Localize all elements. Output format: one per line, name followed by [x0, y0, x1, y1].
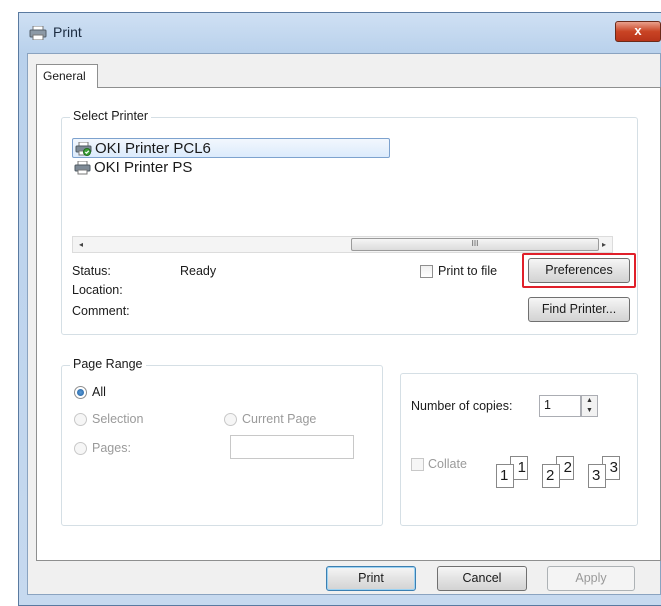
collate-set-2-icon: 2 2 [542, 456, 582, 494]
collate-sheet: 3 [588, 464, 606, 488]
location-label: Location: [72, 283, 123, 297]
selection-radio[interactable] [74, 413, 87, 426]
find-printer-button[interactable]: Find Printer... [528, 297, 630, 322]
printer-item-oki-pcl6[interactable]: OKI Printer PCL6 [72, 138, 390, 158]
copies-group: Number of copies: 1 ▲ ▼ Collate 1 1 2 2 [400, 373, 638, 526]
printer-default-icon [75, 142, 92, 156]
title-bar[interactable]: Print x [19, 13, 661, 53]
select-printer-legend: Select Printer [70, 109, 152, 123]
collate-label[interactable]: Collate [428, 457, 467, 471]
print-dialog: Print x General Select Printer OKI Print… [18, 12, 661, 606]
tab-general-label: General [43, 69, 86, 83]
current-page-label[interactable]: Current Page [242, 412, 316, 426]
number-of-copies-label: Number of copies: [411, 399, 513, 413]
scroll-left-arrow-icon[interactable]: ◂ [73, 237, 89, 252]
print-to-file-checkbox[interactable] [420, 265, 433, 278]
scroll-right-arrow-icon[interactable]: ▸ [596, 237, 612, 252]
all-radio[interactable] [74, 386, 87, 399]
spin-down-icon[interactable]: ▼ [582, 406, 597, 416]
collate-sheet: 1 [496, 464, 514, 488]
printer-list-hscrollbar[interactable]: ◂ III ▸ [72, 236, 613, 253]
collate-checkbox[interactable] [411, 458, 424, 471]
scroll-thumb[interactable]: III [351, 238, 599, 251]
pages-input[interactable] [230, 435, 354, 459]
collate-set-3-icon: 3 3 [588, 456, 628, 494]
select-printer-group: Select Printer OKI Printer PCL6 OKI Prin… [61, 109, 638, 335]
status-label: Status: [72, 264, 111, 278]
comment-label: Comment: [72, 304, 130, 318]
spin-up-icon[interactable]: ▲ [582, 396, 597, 406]
print-button[interactable]: Print [326, 566, 416, 591]
window-title: Print [53, 24, 82, 40]
all-label[interactable]: All [92, 385, 106, 399]
printer-name: OKI Printer PCL6 [95, 140, 211, 157]
page-range-group: Page Range All Selection Current Page Pa… [61, 357, 383, 526]
close-icon: x [634, 23, 642, 38]
dialog-body: General Select Printer OKI Printer PCL6 [27, 53, 661, 595]
current-page-radio[interactable] [224, 413, 237, 426]
collate-set-1-icon: 1 1 [496, 456, 536, 494]
selection-label[interactable]: Selection [92, 412, 143, 426]
printer-list[interactable]: OKI Printer PCL6 OKI Printer PS [72, 138, 432, 238]
number-of-copies-input[interactable]: 1 [539, 395, 581, 417]
status-value: Ready [180, 264, 217, 278]
copies-spinner[interactable]: ▲ ▼ [581, 395, 598, 417]
cancel-button[interactable]: Cancel [437, 566, 527, 591]
apply-button[interactable]: Apply [547, 566, 635, 591]
tab-general[interactable]: General [36, 64, 98, 88]
print-to-file-label[interactable]: Print to file [438, 264, 497, 278]
pages-label[interactable]: Pages: [92, 441, 131, 455]
pages-radio[interactable] [74, 442, 87, 455]
page-range-legend: Page Range [70, 357, 146, 371]
printer-item-oki-ps[interactable]: OKI Printer PS [72, 158, 198, 178]
collate-sheet: 2 [542, 464, 560, 488]
close-button[interactable]: x [615, 21, 661, 42]
general-tab-page: Select Printer OKI Printer PCL6 OKI Prin… [36, 87, 661, 561]
printer-icon [29, 26, 47, 40]
printer-icon [74, 161, 91, 175]
preferences-button[interactable]: Preferences [528, 258, 630, 283]
printer-name: OKI Printer PS [94, 159, 193, 176]
